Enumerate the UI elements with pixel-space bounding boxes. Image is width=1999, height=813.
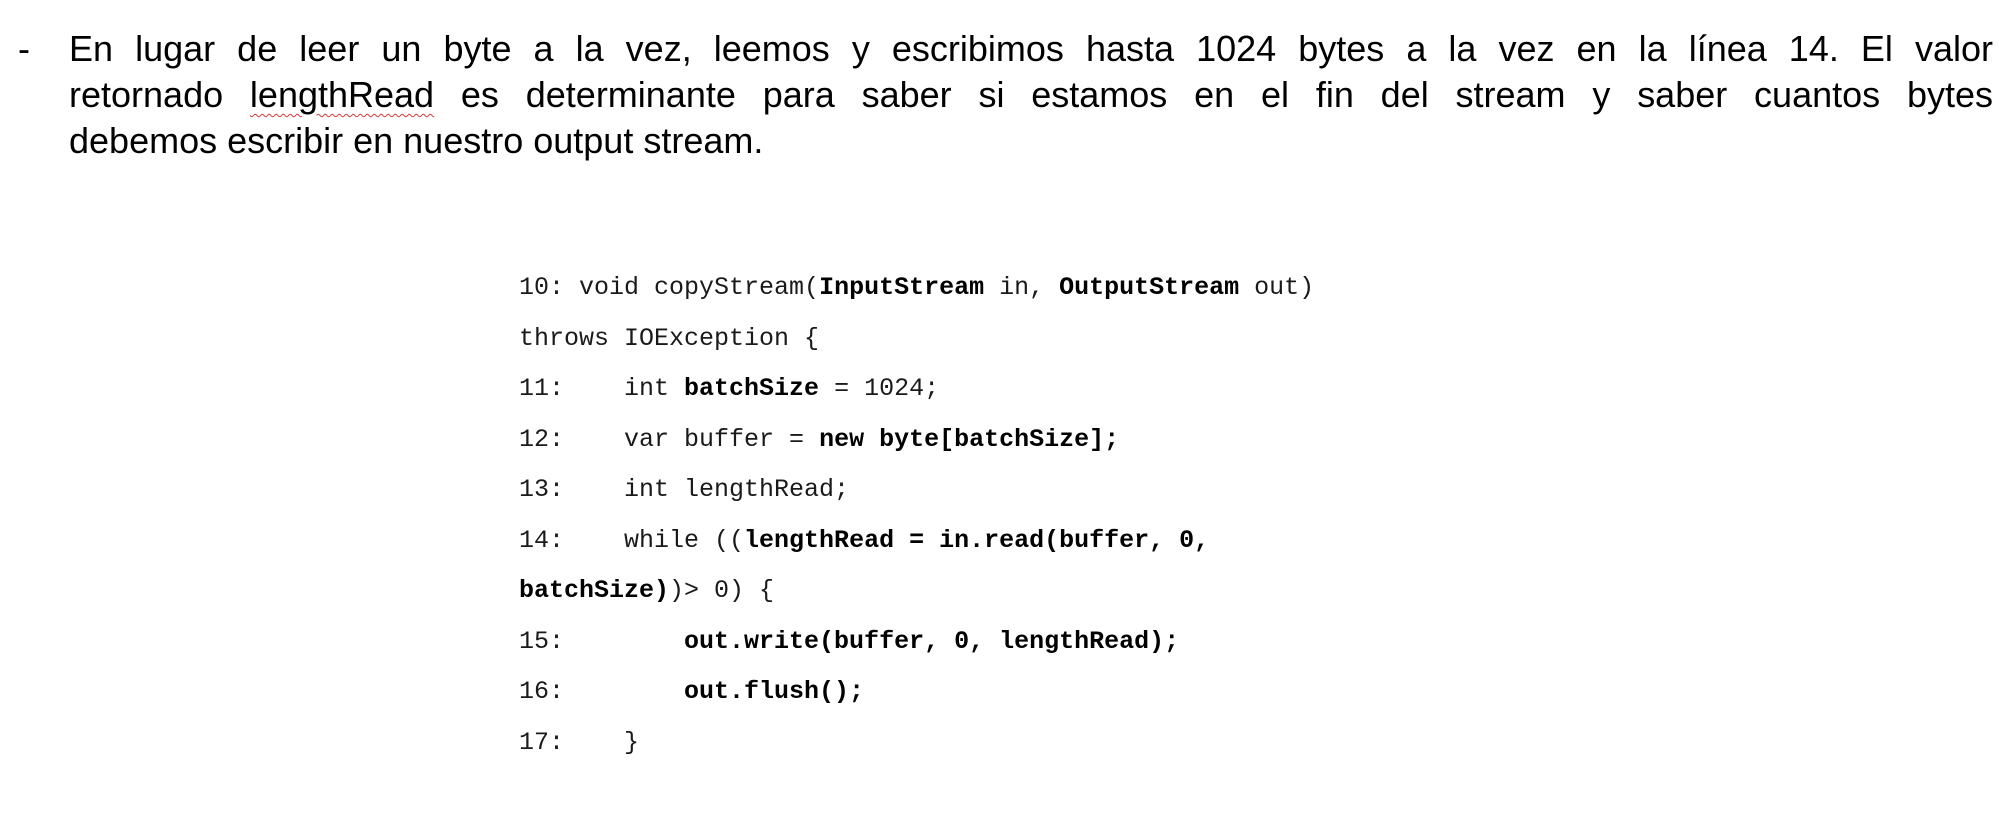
code-token-bold: out.flush(); (684, 677, 865, 706)
code-token-bold: InputStream (819, 273, 985, 302)
code-token: 16: (519, 677, 685, 706)
code-token: 10: void copyStream( (519, 273, 820, 302)
code-token: 15: (519, 626, 685, 656)
code-token: 14: while (( (519, 525, 745, 555)
code-listing: 10: void copyStream(InputStream in, Outp… (519, 263, 1314, 768)
code-line-16: 16: out.flush(); (519, 667, 1314, 718)
bullet-dash: - (18, 28, 30, 69)
code-token-bold: out.write(buffer, 0, lengthRead); (684, 626, 1180, 656)
paragraph-line-3: debemos escribir en nuestro output strea… (69, 120, 764, 161)
code-token-bold: batchSize (684, 374, 820, 403)
paragraph-line-2-end: es determinante para saber si estamos en… (434, 74, 1994, 115)
code-token: in, (984, 273, 1060, 302)
paragraph-line-2: retornado lengthRead es determinante par… (69, 72, 1993, 118)
code-token: 17: } (519, 727, 640, 757)
code-line-11: 11: int batchSize = 1024; (519, 364, 1314, 415)
code-token: out) (1239, 273, 1315, 302)
code-line-14: 14: while ((lengthRead = in.read(buffer,… (519, 516, 1314, 567)
bullet-paragraph: - En lugar de leer un byte a la vez, lee… (18, 26, 1993, 164)
code-token-bold: batchSize) (519, 576, 670, 605)
code-token: = 1024; (819, 374, 940, 403)
code-line-14-continued: batchSize))> 0) { (519, 566, 1314, 617)
code-line-10: 10: void copyStream(InputStream in, Outp… (519, 263, 1314, 314)
paragraph-line-2-start: retornado (69, 74, 250, 115)
code-token: )> 0) { (669, 576, 775, 605)
code-token-bold: lengthRead = in.read(buffer, 0, (744, 525, 1210, 555)
code-line-10-continued: throws IOException { (519, 314, 1314, 365)
code-token: 13: int lengthRead; (519, 475, 850, 504)
code-token-bold: new byte[batchSize]; (819, 424, 1120, 454)
spellcheck-term: lengthRead (249, 74, 435, 115)
code-line-13: 13: int lengthRead; (519, 465, 1314, 516)
code-token: throws IOException { (519, 323, 820, 353)
code-line-12: 12: var buffer = new byte[batchSize]; (519, 415, 1314, 466)
code-token: 11: int (519, 374, 685, 403)
paragraph-line-1: En lugar de leer un byte a la vez, leemo… (69, 28, 1993, 69)
code-token-bold: OutputStream (1059, 273, 1240, 302)
code-token: 12: var buffer = (519, 424, 820, 454)
paragraph-text: En lugar de leer un byte a la vez, leemo… (69, 26, 1993, 164)
code-line-17: 17: } (519, 718, 1314, 769)
code-line-15: 15: out.write(buffer, 0, lengthRead); (519, 617, 1314, 668)
